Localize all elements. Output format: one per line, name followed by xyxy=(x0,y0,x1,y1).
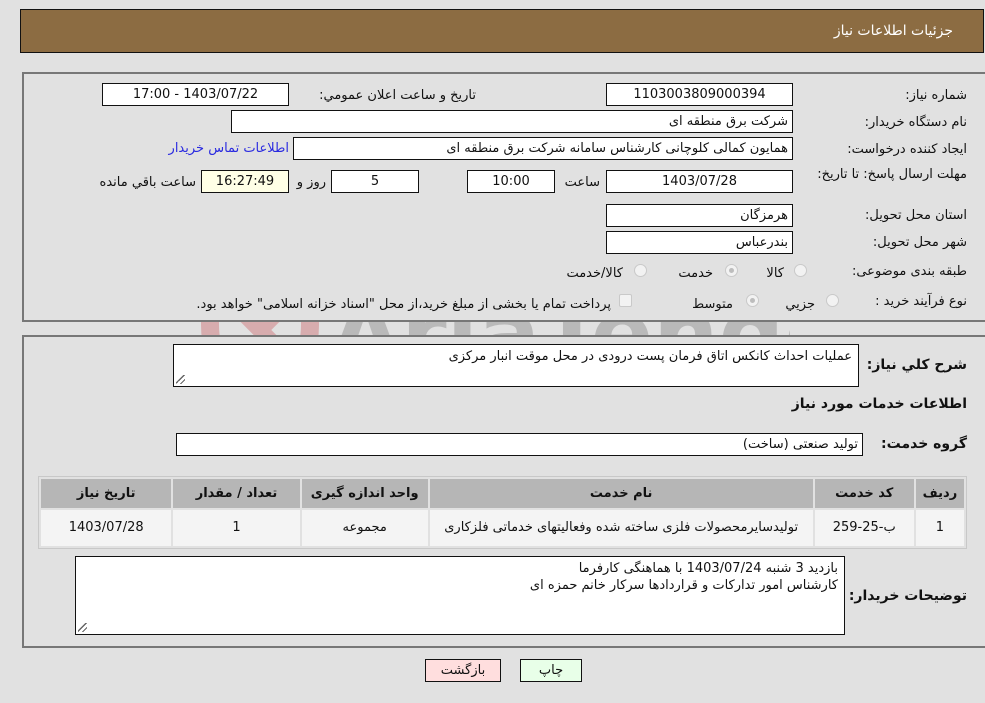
city-field: بندرعباس xyxy=(606,231,793,254)
days-remaining-field: 5 xyxy=(331,170,419,193)
process-option-minor: جزيي xyxy=(785,297,815,312)
buyer-org-field: شرکت برق منطقه ای xyxy=(231,110,793,133)
print-button[interactable]: چاپ xyxy=(520,659,582,682)
cell-quantity: 1 xyxy=(173,510,300,546)
time-remaining-field: 16:27:49 xyxy=(201,170,289,193)
buyer-notes-textarea[interactable]: بازدید 3 شنبه 1403/07/24 با هماهنگی کارف… xyxy=(75,556,845,635)
need-number-field: 1103003809000394 xyxy=(606,83,793,106)
province-label: استان محل تحویل: xyxy=(865,208,967,223)
description-textarea[interactable]: عملیات احداث کانکس اتاق فرمان پست درودی … xyxy=(173,344,859,387)
need-number-label: شماره نیاز: xyxy=(905,88,967,103)
process-radio-medium[interactable] xyxy=(746,294,759,307)
description-text: عملیات احداث کانکس اتاق فرمان پست درودی … xyxy=(448,349,852,364)
col-header-need-date: تاریخ نیاز xyxy=(41,479,172,508)
cell-unit: مجموعه xyxy=(301,510,428,546)
back-button[interactable]: بازگشت xyxy=(425,659,501,682)
service-group-field: تولید صنعتی (ساخت) xyxy=(176,433,863,456)
category-radio-goods-service[interactable] xyxy=(634,264,647,277)
col-header-unit: واحد اندازه گیری xyxy=(301,479,428,508)
announce-datetime-label: تاریخ و ساعت اعلان عمومي: xyxy=(319,88,476,103)
description-label: شرح كلي نياز: xyxy=(866,357,967,373)
category-option-goods: کالا xyxy=(766,266,784,281)
services-table: رديف کد خدمت نام خدمت واحد اندازه گیری ت… xyxy=(38,476,967,549)
category-option-goods-service: کالا/خدمت xyxy=(566,266,623,281)
deadline-date-field: 1403/07/28 xyxy=(606,170,793,193)
category-radio-goods[interactable] xyxy=(794,264,807,277)
col-header-row-number: رديف xyxy=(915,479,964,508)
province-field: هرمزگان xyxy=(606,204,793,227)
requester-field: همایون کمالی کلوچانی کارشناس سامانه شرکت… xyxy=(293,137,793,160)
cell-service-name: تولیدسایرمحصولات فلزی ساخته شده وفعالیته… xyxy=(429,510,813,546)
resize-grip-icon[interactable] xyxy=(78,623,87,632)
treasury-note: پرداخت تمام یا بخشی از مبلغ خرید،از محل … xyxy=(196,297,611,312)
cell-need-date: 1403/07/28 xyxy=(41,510,172,546)
table-header-row: رديف کد خدمت نام خدمت واحد اندازه گیری ت… xyxy=(41,479,964,508)
announce-datetime-field: 1403/07/22 - 17:00 xyxy=(102,83,289,106)
buyer-notes-label: توضیحات خریدار: xyxy=(848,588,967,604)
buyer-contact-link[interactable]: اطلاعات تماس خریدار xyxy=(169,141,289,156)
buyer-notes-line-1: بازدید 3 شنبه 1403/07/24 با هماهنگی کارف… xyxy=(578,561,838,576)
deadline-time-label: ساعت xyxy=(564,175,600,190)
cell-row-number: 1 xyxy=(915,510,964,546)
col-header-service-code: کد خدمت xyxy=(814,479,914,508)
page-header: جزئیات اطلاعات نیاز xyxy=(20,9,984,53)
deadline-time-field: 10:00 xyxy=(467,170,555,193)
category-option-service: خدمت xyxy=(678,266,713,281)
days-label: روز و xyxy=(296,175,326,190)
service-group-label: گروه خدمت: xyxy=(881,436,967,452)
resize-grip-icon[interactable] xyxy=(176,375,185,384)
category-radio-service[interactable] xyxy=(725,264,738,277)
services-heading: اطلاعات خدمات مورد نياز xyxy=(791,396,967,412)
page-title: جزئیات اطلاعات نیاز xyxy=(833,23,953,39)
purchase-process-label: نوع فرآیند خرید : xyxy=(875,294,967,309)
category-label: طبقه بندی موضوعی: xyxy=(851,264,967,279)
time-remaining-label: ساعت باقي مانده xyxy=(99,175,196,190)
process-radio-minor[interactable] xyxy=(826,294,839,307)
process-option-medium: متوسط xyxy=(692,297,733,312)
cell-service-code: ب-25-259 xyxy=(814,510,914,546)
buyer-notes-line-2: کارشناس امور تدارکات و قراردادها سرکار خ… xyxy=(529,578,838,593)
buyer-org-label: نام دستگاه خریدار: xyxy=(864,115,967,130)
table-row: 1 ب-25-259 تولیدسایرمحصولات فلزی ساخته ش… xyxy=(41,510,964,546)
city-label: شهر محل تحویل: xyxy=(872,235,967,250)
col-header-service-name: نام خدمت xyxy=(429,479,813,508)
requester-label: ایجاد کننده درخواست: xyxy=(847,142,967,157)
deadline-label: مهلت ارسال پاسخ: تا تاریخ: xyxy=(817,167,967,182)
treasury-checkbox[interactable] xyxy=(619,294,632,307)
col-header-quantity: تعداد / مقدار xyxy=(173,479,300,508)
